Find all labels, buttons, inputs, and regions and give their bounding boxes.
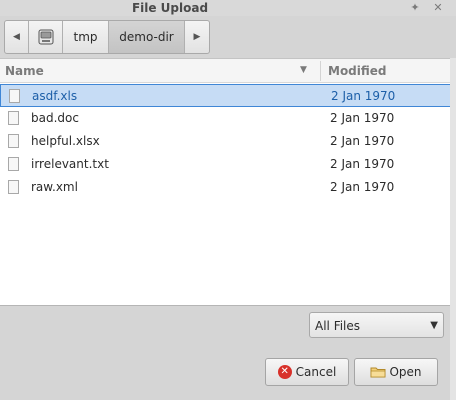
sort-down-icon: ▼ [300, 65, 307, 75]
file-icon [8, 134, 19, 148]
path-forward-button[interactable]: ▶ [185, 21, 209, 53]
file-name: irrelevant.txt [31, 157, 109, 171]
window-edge [450, 58, 456, 400]
modified-column-header[interactable]: Modified [328, 64, 387, 78]
open-label: Open [389, 365, 422, 379]
pin-icon[interactable]: ✦ [408, 0, 422, 16]
chevron-right-icon: ▶ [193, 32, 201, 42]
column-header: Name ▼ Modified [0, 59, 456, 83]
open-button[interactable]: Open [354, 358, 438, 386]
column-separator[interactable] [320, 61, 321, 81]
file-icon [9, 89, 20, 103]
chevron-down-icon: ▼ [430, 320, 438, 331]
title-bar: File Upload ✦ ✕ [0, 0, 456, 16]
filter-selected-label: All Files [315, 319, 361, 333]
file-row-helpful-xlsx[interactable]: helpful.xlsx 2 Jan 1970 [0, 130, 456, 153]
cancel-icon: ✕ [277, 365, 292, 379]
path-bar: ◀ tmp demo-dir ▶ [4, 20, 210, 54]
cancel-button[interactable]: ✕ Cancel [265, 358, 349, 386]
cancel-label: Cancel [295, 365, 337, 379]
file-modified: 2 Jan 1970 [331, 89, 396, 103]
path-back-button[interactable]: ◀ [5, 21, 29, 53]
file-icon [8, 157, 19, 171]
window-title: File Upload [131, 1, 209, 15]
file-row-raw-xml[interactable]: raw.xml 2 Jan 1970 [0, 176, 456, 199]
file-icon [8, 111, 19, 125]
folder-icon [370, 367, 386, 378]
file-upload-dialog: File Upload ✦ ✕ ◀ tmp demo-dir ▶ Name ▼ … [0, 0, 456, 400]
file-icon [8, 180, 19, 194]
file-row-irrelevant-txt[interactable]: irrelevant.txt 2 Jan 1970 [0, 153, 456, 176]
file-modified: 2 Jan 1970 [330, 157, 395, 171]
close-icon[interactable]: ✕ [431, 0, 445, 16]
file-modified: 2 Jan 1970 [330, 134, 395, 148]
file-row-asdf-xls[interactable]: asdf.xls 2 Jan 1970 [0, 84, 456, 107]
file-type-filter-dropdown[interactable]: All Files ▼ [309, 312, 444, 338]
drive-icon [38, 29, 53, 45]
file-row-bad-doc[interactable]: bad.doc 2 Jan 1970 [0, 107, 456, 130]
path-segment-demo-dir[interactable]: demo-dir [109, 21, 185, 53]
path-drive-button[interactable] [29, 21, 63, 53]
file-modified: 2 Jan 1970 [330, 180, 395, 194]
file-list: Name ▼ Modified asdf.xls 2 Jan 1970 bad.… [0, 58, 456, 306]
file-name: bad.doc [31, 111, 79, 125]
file-name: helpful.xlsx [31, 134, 100, 148]
file-name: raw.xml [31, 180, 78, 194]
path-segment-tmp[interactable]: tmp [63, 21, 109, 53]
file-modified: 2 Jan 1970 [330, 111, 395, 125]
name-column-header[interactable]: Name [5, 64, 44, 78]
file-name: asdf.xls [32, 89, 78, 103]
chevron-left-icon: ◀ [13, 32, 20, 42]
